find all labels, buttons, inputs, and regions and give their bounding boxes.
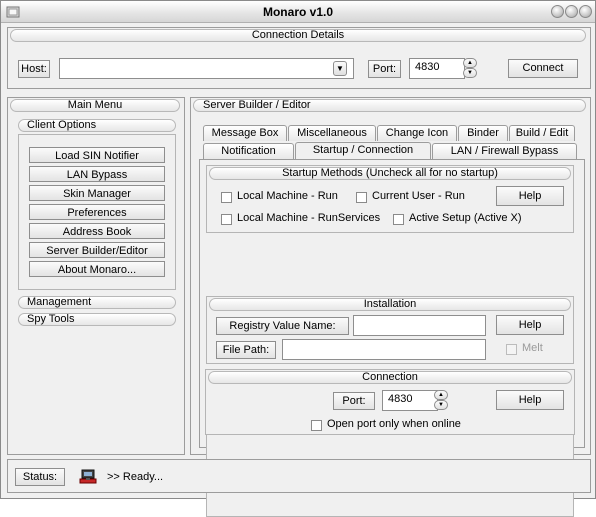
status-bar: Status: >> Ready... [7,459,591,493]
installation-header: Installation [209,298,571,311]
installation-title: Installation [363,298,417,310]
registry-value-name-button[interactable]: Registry Value Name: [216,317,349,335]
maximize-icon[interactable] [565,5,578,18]
spin-down-icon[interactable]: ▼ [463,68,477,78]
main-menu-title: Main Menu [67,99,123,111]
connection-port-spinner[interactable]: ▲ ▼ [434,390,448,410]
startup-methods-header: Startup Methods (Uncheck all for no star… [209,167,571,180]
connection-help-button[interactable]: Help [496,390,564,410]
host-button[interactable]: Host: [18,60,50,78]
skin-manager-button[interactable]: Skin Manager [29,185,165,201]
management-header[interactable]: Management [18,296,176,309]
management-label: Management [27,296,92,308]
spin-up-icon[interactable]: ▲ [463,58,477,68]
registry-value-name-input[interactable] [353,315,486,336]
tab-change-icon[interactable]: Change Icon [377,125,457,141]
status-button[interactable]: Status: [15,468,65,486]
port-input[interactable]: 4830 [409,58,465,79]
tab-message-box[interactable]: Message Box [203,125,287,141]
installation-help-button[interactable]: Help [496,315,564,335]
client-options-group: Load SIN Notifier LAN Bypass Skin Manage… [18,134,176,290]
spy-tools-header[interactable]: Spy Tools [18,313,176,326]
connection-details-panel: Connection Details Host: ▼ Port: 4830 ▲ … [7,27,591,89]
local-machine-runservices-checkbox[interactable] [221,214,232,225]
client-options-label: Client Options [27,119,97,131]
main-menu-panel: Main Menu Client Options Load SIN Notifi… [7,97,185,455]
spy-tools-label: Spy Tools [27,313,75,325]
lan-bypass-button[interactable]: LAN Bypass [29,166,165,182]
connect-button[interactable]: Connect [508,59,578,78]
open-port-online-checkbox[interactable] [311,420,322,431]
active-setup-label: Active Setup (Active X) [409,212,522,224]
spin-up-icon[interactable]: ▲ [434,390,448,400]
connection-section: Connection Port: 4830 ▲ ▼ Help Open port… [205,369,575,435]
status-text: >> Ready... [107,471,164,483]
host-input[interactable] [59,58,354,79]
about-monaro-button[interactable]: About Monaro... [29,261,165,277]
port-spinner[interactable]: ▲ ▼ [463,58,477,78]
connection-port-input[interactable]: 4830 [382,390,438,411]
tab-miscellaneous[interactable]: Miscellaneous [288,125,376,141]
main-window: Monaro v1.0 Connection Details Host: ▼ P… [0,0,596,517]
server-builder-header: Server Builder / Editor [193,99,586,112]
window-title: Monaro v1.0 [262,5,334,19]
preferences-button[interactable]: Preferences [29,204,165,220]
startup-methods-title: Startup Methods (Uncheck all for no star… [282,167,498,179]
local-machine-run-label: Local Machine - Run [237,190,338,202]
connection-port-button[interactable]: Port: [333,392,375,410]
load-sin-notifier-button[interactable]: Load SIN Notifier [29,147,165,163]
port-button[interactable]: Port: [368,60,401,78]
host-dropdown-icon[interactable]: ▼ [333,61,347,76]
startup-help-button[interactable]: Help [496,186,564,206]
current-user-run-checkbox[interactable] [356,192,367,203]
minimize-icon[interactable] [551,5,564,18]
title-bar[interactable]: Monaro v1.0 [1,1,595,23]
tab-binder[interactable]: Binder [458,125,508,141]
connection-details-title: Connection Details [251,29,345,41]
main-menu-header: Main Menu [10,99,180,112]
client-options-header[interactable]: Client Options [18,119,176,132]
spin-down-icon[interactable]: ▼ [434,400,448,410]
active-setup-checkbox[interactable] [393,214,404,225]
open-port-online-label: Open port only when online [327,418,461,430]
melt-checkbox[interactable] [506,344,517,355]
melt-label: Melt [522,342,543,354]
connection-header: Connection [208,371,572,384]
local-machine-run-checkbox[interactable] [221,192,232,203]
current-user-run-label: Current User - Run [372,190,465,202]
file-path-input[interactable] [282,339,486,360]
tab-notification[interactable]: Notification [203,143,294,159]
close-icon[interactable] [579,5,592,18]
local-machine-runservices-label: Local Machine - RunServices [237,212,381,224]
address-book-button[interactable]: Address Book [29,223,165,239]
startup-methods-group: Startup Methods (Uncheck all for no star… [206,165,574,233]
tab-startup-connection[interactable]: Startup / Connection [295,142,431,159]
file-path-button[interactable]: File Path: [216,341,276,359]
tab-lan-firewall-bypass[interactable]: LAN / Firewall Bypass [432,143,577,159]
server-builder-title: Server Builder / Editor [203,99,311,111]
network-status-icon [79,469,97,484]
connection-title: Connection [362,371,418,383]
connection-details-header: Connection Details [10,29,586,42]
tab-build-edit[interactable]: Build / Edit [509,125,575,141]
installation-group-frame: Installation Registry Value Name: Help F… [206,296,574,364]
server-builder-editor-button[interactable]: Server Builder/Editor [29,242,165,258]
